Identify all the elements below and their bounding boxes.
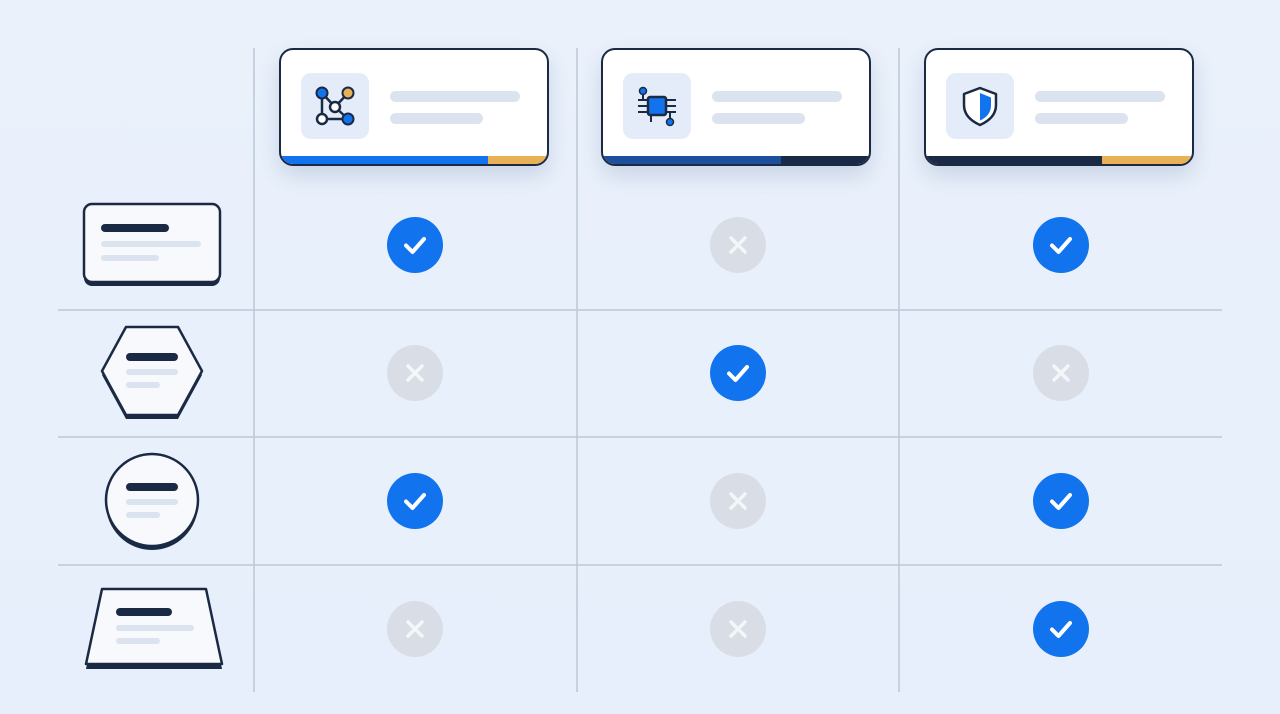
cross-icon [387, 345, 443, 401]
network-graph-icon [301, 73, 369, 139]
cross-icon [710, 601, 766, 657]
shield-icon [946, 73, 1014, 139]
check-icon [387, 217, 443, 273]
column-header-card-network[interactable] [279, 48, 549, 166]
column-header-card-chip[interactable] [601, 48, 871, 166]
header-accent-bar [926, 156, 1102, 164]
circuit-chip-icon [623, 73, 691, 139]
check-icon [1033, 473, 1089, 529]
trapezoid-card[interactable] [80, 583, 228, 675]
cross-icon [1033, 345, 1089, 401]
rectangle-card[interactable] [80, 200, 226, 292]
check-icon [710, 345, 766, 401]
header-placeholder-line [712, 113, 805, 124]
header-placeholder-line [1035, 91, 1165, 102]
header-accent-bar [603, 156, 782, 164]
hexagon-card[interactable] [96, 322, 208, 426]
header-placeholder-line [390, 113, 483, 124]
header-accent-bar [1101, 156, 1192, 164]
check-icon [1033, 217, 1089, 273]
check-icon [1033, 601, 1089, 657]
header-accent-bar [488, 156, 547, 164]
cross-icon [387, 601, 443, 657]
check-icon [387, 473, 443, 529]
column-header-card-shield[interactable] [924, 48, 1194, 166]
header-placeholder-line [390, 91, 520, 102]
cross-icon [710, 473, 766, 529]
header-accent-bar [281, 156, 489, 164]
circle-card[interactable] [100, 449, 204, 553]
header-placeholder-line [1035, 113, 1128, 124]
header-accent-bar [781, 156, 869, 164]
header-placeholder-line [712, 91, 842, 102]
cross-icon [710, 217, 766, 273]
